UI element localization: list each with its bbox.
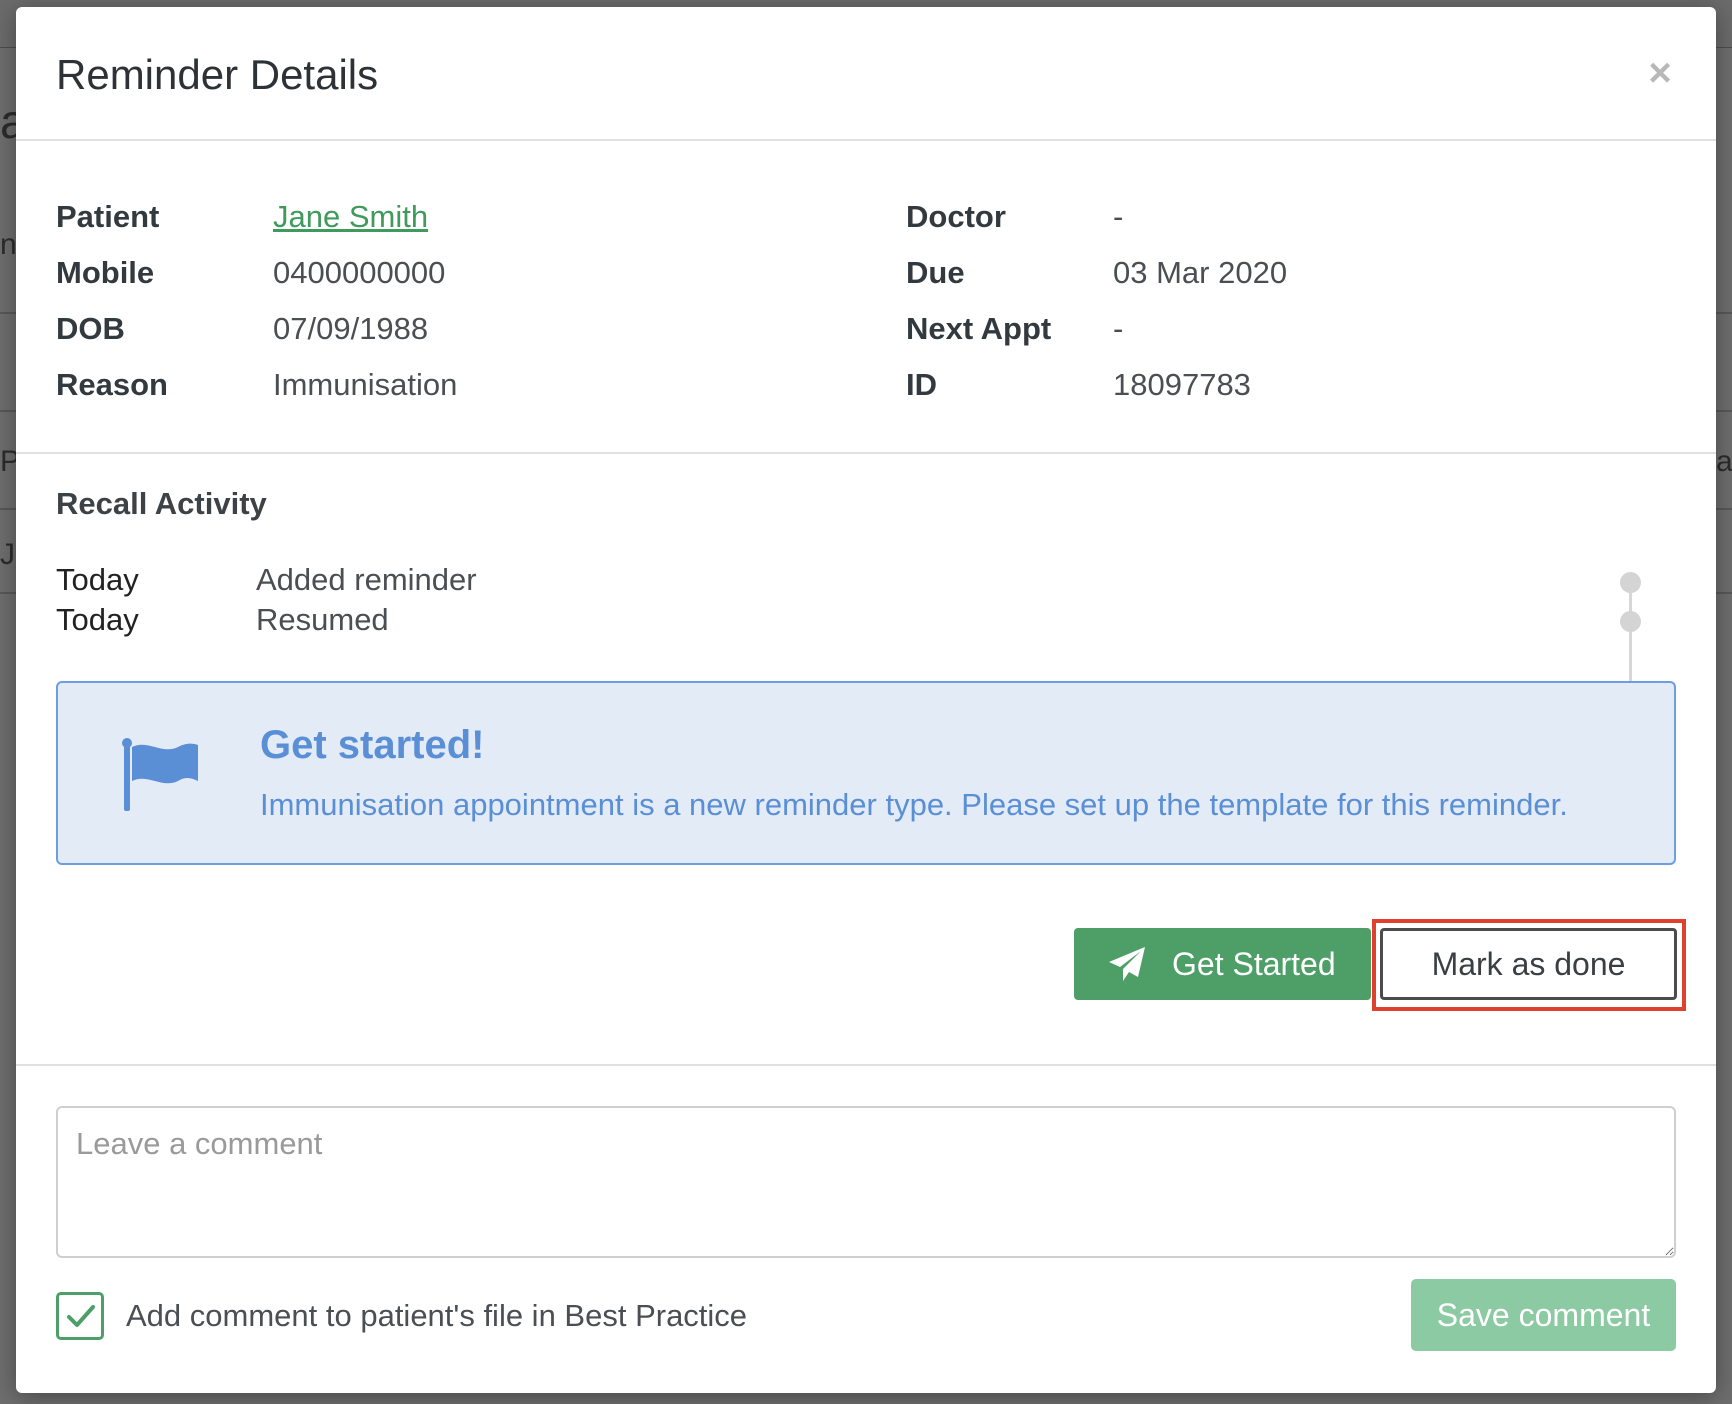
id-value: 18097783: [1113, 367, 1251, 402]
modal-title: Reminder Details: [56, 51, 379, 98]
add-to-file-label: Add comment to patient's file in Best Pr…: [126, 1298, 748, 1333]
next-appt-label: Next Appt: [906, 311, 1052, 346]
get-started-label: Get Started: [1172, 946, 1336, 982]
flag-icon: [122, 738, 198, 811]
background-text: n: [0, 228, 17, 261]
id-label: ID: [906, 367, 937, 402]
activity-text: Added reminder: [256, 562, 477, 597]
info-text: Immunisation appointment is a new remind…: [260, 787, 1568, 822]
paper-plane-icon: [1109, 947, 1145, 981]
activity-date: Today: [56, 602, 139, 637]
dob-value: 07/09/1988: [273, 311, 429, 346]
patient-name-link[interactable]: Jane Smith: [273, 199, 428, 235]
dob-label: DOB: [56, 311, 125, 346]
activity-date: Today: [56, 562, 139, 597]
add-to-file-checkbox[interactable]: [56, 1292, 104, 1340]
mark-as-done-button[interactable]: Mark as done: [1380, 928, 1677, 1000]
info-title: Get started!: [260, 723, 485, 767]
timeline-line: [1629, 582, 1632, 687]
get-started-button[interactable]: Get Started: [1074, 928, 1371, 1000]
reason-value: Immunisation: [273, 367, 458, 402]
doctor-value: -: [1113, 199, 1124, 234]
due-label: Due: [906, 255, 965, 290]
comment-textarea[interactable]: [56, 1106, 1676, 1258]
doctor-label: Doctor: [906, 199, 1006, 234]
checkmark-icon: [67, 1305, 95, 1327]
modal-header: Reminder Details ×: [16, 7, 1716, 141]
activity-text: Resumed: [256, 602, 389, 637]
recall-activity-title: Recall Activity: [56, 486, 267, 521]
get-started-info-box: Get started! Immunisation appointment is…: [56, 681, 1676, 865]
close-icon[interactable]: ×: [1640, 53, 1680, 93]
due-value: 03 Mar 2020: [1113, 255, 1288, 290]
save-comment-button[interactable]: Save comment: [1411, 1279, 1676, 1351]
mobile-label: Mobile: [56, 255, 155, 290]
mobile-value: 0400000000: [273, 255, 446, 290]
background-text: at: [1716, 445, 1732, 478]
timeline-dot: [1620, 572, 1641, 593]
section-divider: [16, 1064, 1716, 1066]
reminder-details-section: Patient Jane Smith Mobile 0400000000 DOB…: [16, 141, 1716, 454]
next-appt-value: -: [1113, 311, 1124, 346]
patient-label: Patient: [56, 199, 160, 234]
reminder-details-modal: Reminder Details × Patient Jane Smith Mo…: [16, 7, 1716, 1393]
timeline-dot: [1620, 611, 1641, 632]
reason-label: Reason: [56, 367, 168, 402]
